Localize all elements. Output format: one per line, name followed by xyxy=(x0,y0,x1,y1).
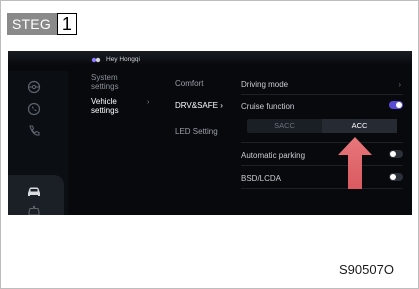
automatic-parking-toggle[interactable] xyxy=(389,150,403,158)
chevron-right-icon: › xyxy=(147,99,150,106)
cruise-function-toggle[interactable] xyxy=(389,101,403,109)
row-divider xyxy=(241,142,403,143)
step-label: STEG xyxy=(7,13,57,35)
cruise-function-label: Cruise function xyxy=(241,102,295,111)
figure-code: S90507O xyxy=(339,262,394,277)
cruise-option-acc[interactable]: ACC xyxy=(322,119,397,133)
submenu-item-drv-safe-label: DRV&SAFE xyxy=(175,101,218,110)
steering-wheel-icon[interactable] xyxy=(26,79,42,95)
assistant-greeting: Hey Hongqi xyxy=(106,56,140,63)
automatic-parking-label: Automatic parking xyxy=(241,151,306,160)
row-divider xyxy=(241,165,403,166)
infotainment-screen: Hey Hongqi System settings Vehicle setti… xyxy=(8,51,412,215)
row-divider xyxy=(241,94,403,95)
menu-item-system-settings[interactable]: System settings xyxy=(91,73,151,91)
cruise-mode-selector: SACC ACC xyxy=(247,119,397,133)
chevron-right-icon: › xyxy=(220,101,223,110)
pointer-arrow-icon xyxy=(338,137,372,189)
side-rail xyxy=(8,71,68,215)
settings-panel: Driving mode › Cruise function SACC ACC … xyxy=(241,51,412,215)
row-divider xyxy=(241,188,403,189)
toggle-knob xyxy=(396,102,402,108)
car-icon[interactable] xyxy=(26,183,42,199)
phone-icon[interactable] xyxy=(26,123,42,139)
bsd-lcda-toggle[interactable] xyxy=(389,173,403,181)
menu-item-vehicle-settings[interactable]: Vehicle settings xyxy=(91,97,151,115)
assistant-avatar-icon xyxy=(91,57,101,63)
driving-mode-label: Driving mode xyxy=(241,80,289,89)
step-indicator: STEG 1 xyxy=(7,13,77,35)
submenu-item-led-setting[interactable]: LED Setting xyxy=(175,127,218,136)
cruise-option-sacc[interactable]: SACC xyxy=(247,119,322,133)
chevron-right-icon: › xyxy=(398,80,401,89)
submenu-item-comfort[interactable]: Comfort xyxy=(175,79,203,88)
phone-ring-icon[interactable] xyxy=(26,101,42,117)
primary-menu: System settings Vehicle settings xyxy=(91,73,151,121)
bsd-lcda-label: BSD/LCDA xyxy=(241,174,282,183)
toggle-knob xyxy=(390,151,396,157)
car-settings-icon[interactable] xyxy=(26,203,42,215)
submenu-item-drv-safe[interactable]: DRV&SAFE › xyxy=(175,101,223,110)
figure-frame: STEG 1 Hey Hongqi System settings Vehicl… xyxy=(0,0,419,289)
step-number: 1 xyxy=(56,13,77,35)
toggle-knob xyxy=(390,174,396,180)
